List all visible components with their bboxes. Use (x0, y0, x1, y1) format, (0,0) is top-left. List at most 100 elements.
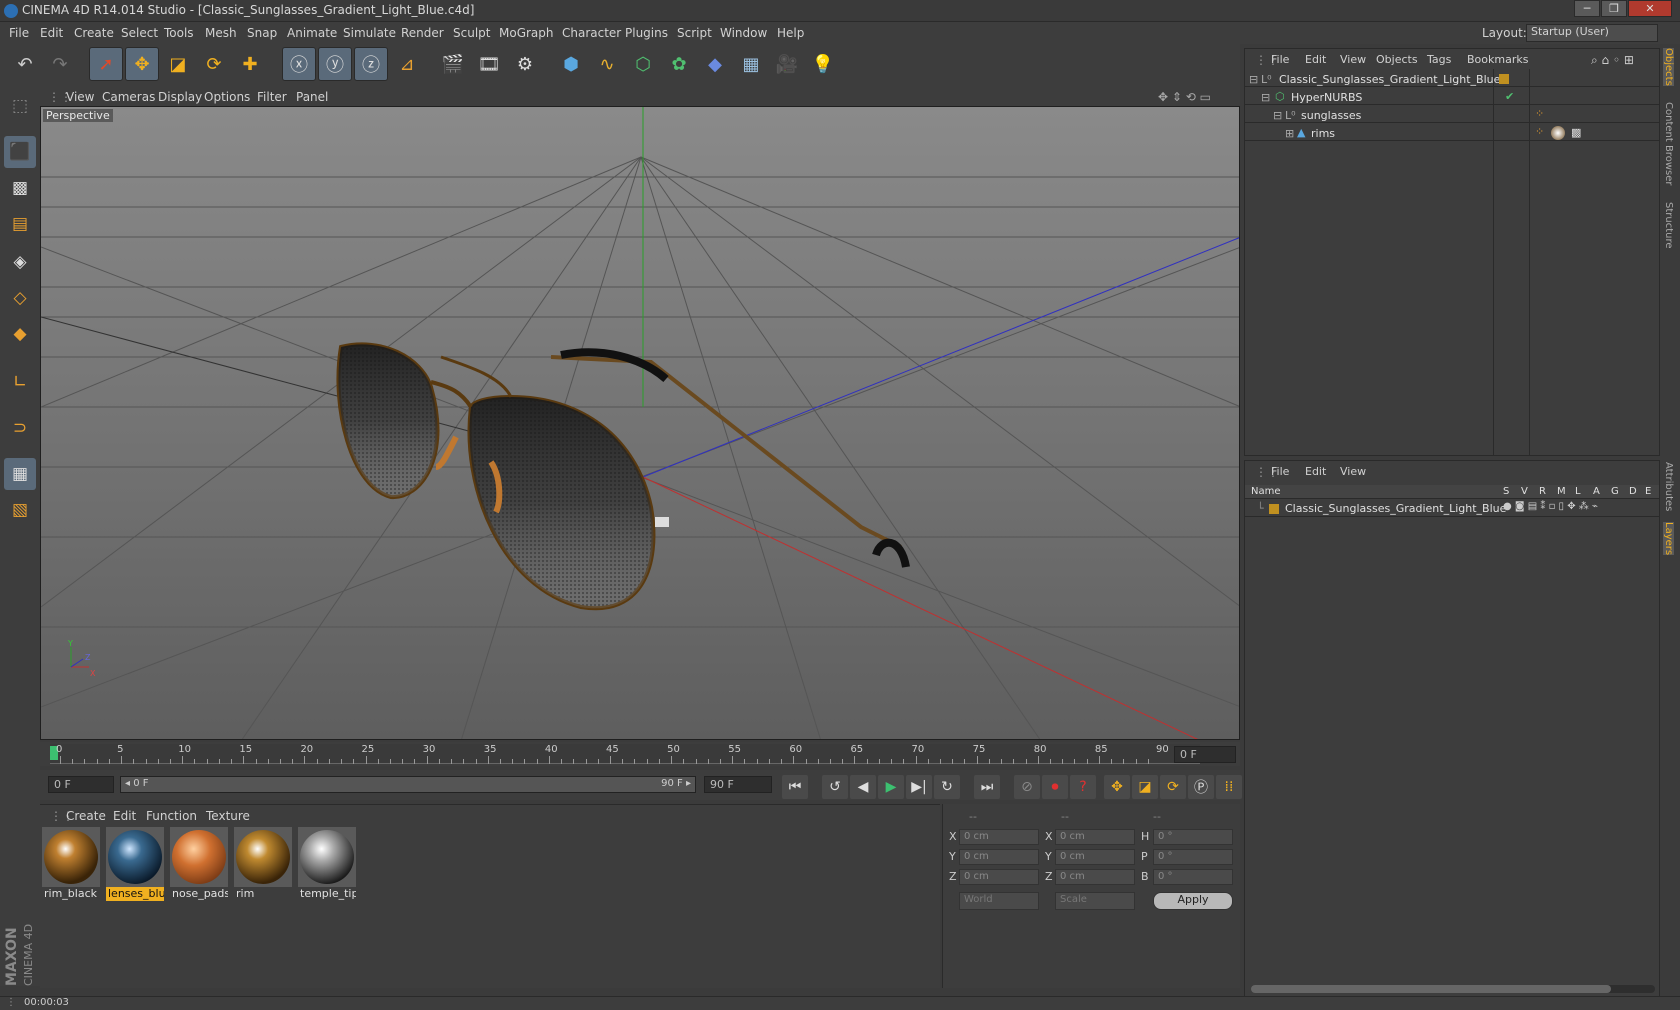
start-frame-field[interactable]: 0 F (48, 776, 114, 793)
apply-button[interactable]: Apply (1153, 892, 1233, 910)
redo-icon[interactable]: ↷ (43, 47, 77, 81)
menu-file[interactable]: File (9, 26, 29, 40)
workplane-lock-icon[interactable]: ▦ (4, 458, 36, 490)
viewport-menu-view[interactable]: View (66, 90, 94, 104)
layer-col-locked[interactable]: L (1575, 486, 1581, 497)
object-name[interactable]: Classic_Sunglasses_Gradient_Light_Blue (1279, 73, 1500, 86)
workplane-mode-icon[interactable]: ▤ (4, 208, 36, 240)
coord-mode-dropdown[interactable]: World (959, 892, 1039, 910)
material-temple-tip[interactable]: temple_tip (298, 827, 356, 901)
light-icon[interactable]: 💡 (806, 47, 840, 81)
viewport-menu-cameras[interactable]: Cameras (102, 90, 155, 104)
move-tool-icon[interactable]: ✥ (125, 47, 159, 81)
render-settings-icon[interactable]: ⚙ (508, 47, 542, 81)
material-tag-icon[interactable]: ⁘ (1535, 107, 1544, 120)
model-mode-icon[interactable]: ⬛ (4, 136, 36, 168)
object-name[interactable]: rims (1311, 127, 1335, 140)
y-axis-lock-icon[interactable]: ⓨ (318, 47, 352, 81)
material-menu-create[interactable]: Create (66, 809, 106, 823)
material-rim[interactable]: rim (234, 827, 292, 901)
step-back-icon[interactable]: ◀ (850, 775, 876, 799)
rot-p-field[interactable]: 0 ° (1153, 849, 1233, 865)
rot-b-field[interactable]: 0 ° (1153, 869, 1233, 885)
floor-scene-icon[interactable]: ▦ (734, 47, 768, 81)
make-editable-icon[interactable]: ⬚ (4, 90, 36, 122)
key-rotation-icon[interactable]: ⟳ (1160, 775, 1186, 799)
material-rim-black[interactable]: rim_black (42, 827, 100, 901)
menu-sculpt[interactable]: Sculpt (453, 26, 490, 40)
object-name[interactable]: HyperNURBS (1291, 91, 1362, 104)
spline-icon[interactable]: ∿ (590, 47, 624, 81)
object-menu-edit[interactable]: Edit (1305, 53, 1326, 66)
menu-plugins[interactable]: Plugins (625, 26, 668, 40)
menu-character[interactable]: Character (562, 26, 621, 40)
pos-z-field[interactable]: 0 cm (959, 869, 1039, 885)
key-point-level-icon[interactable]: ⁞⁞ (1216, 775, 1242, 799)
array-icon[interactable]: ✿ (662, 47, 696, 81)
rotate-tool-icon[interactable]: ⟳ (197, 47, 231, 81)
object-search-icon[interactable]: ⌕ ⌂ ◦ ⊞ (1591, 53, 1634, 68)
layer-name[interactable]: Classic_Sunglasses_Gradient_Light_Blue (1285, 502, 1506, 515)
deformer-icon[interactable]: ◆ (698, 47, 732, 81)
key-scale-icon[interactable]: ◪ (1132, 775, 1158, 799)
menu-create[interactable]: Create (74, 26, 114, 40)
menu-render[interactable]: Render (401, 26, 444, 40)
layer-col-animation[interactable]: A (1593, 486, 1600, 497)
menu-script[interactable]: Script (677, 26, 712, 40)
edges-mode-icon[interactable]: ◇ (4, 282, 36, 314)
pos-x-field[interactable]: 0 cm (959, 829, 1039, 845)
expand-icon[interactable]: ⊟ (1261, 91, 1270, 104)
autokey-icon[interactable]: ⏺ (1042, 775, 1068, 799)
tab-content-browser[interactable]: Content Browser (1663, 102, 1674, 185)
menu-tools[interactable]: Tools (164, 26, 194, 40)
axis-mode-icon[interactable]: ∟ (4, 366, 36, 398)
material-menu-function[interactable]: Function (146, 809, 197, 823)
menu-mograph[interactable]: MoGraph (499, 26, 554, 40)
material-lenses-blue[interactable]: lenses_blue (106, 827, 164, 901)
go-to-end-icon[interactable]: ⏭ (974, 775, 1000, 799)
points-mode-icon[interactable]: ◈ (4, 246, 36, 278)
layer-col-solo[interactable]: S (1503, 486, 1509, 497)
layer-scrollbar[interactable] (1251, 985, 1655, 993)
viewport-menu-options[interactable]: Options (204, 90, 250, 104)
material-menu-edit[interactable]: Edit (113, 809, 136, 823)
close-button[interactable]: ✕ (1628, 0, 1672, 17)
record-icon[interactable]: ⊘ (1014, 775, 1040, 799)
object-menu-bookmarks[interactable]: Bookmarks (1467, 53, 1528, 66)
material-tag-rim-icon[interactable] (1551, 126, 1565, 140)
menu-snap[interactable]: Snap (247, 26, 277, 40)
frame-range-slider[interactable]: ◂ 0 F 90 F ▸ (120, 776, 696, 793)
layer-menu-edit[interactable]: Edit (1305, 465, 1326, 478)
rot-h-field[interactable]: 0 ° (1153, 829, 1233, 845)
current-frame-field[interactable]: 0 F (1174, 746, 1236, 763)
enabled-check-icon[interactable]: ✔ (1505, 90, 1514, 103)
nurbs-icon[interactable]: ⬡ (626, 47, 660, 81)
object-row[interactable]: ⊞ ▲ rims ⁘ ▩ (1245, 125, 1659, 141)
next-keyframe-icon[interactable]: ↻ (934, 775, 960, 799)
last-tool-icon[interactable]: ✚ (233, 47, 267, 81)
menu-help[interactable]: Help (777, 26, 804, 40)
size-x-field[interactable]: 0 cm (1055, 829, 1135, 845)
end-frame-field[interactable]: 90 F (704, 776, 772, 793)
layer-color-swatch[interactable] (1269, 504, 1279, 514)
viewport-menu-filter[interactable]: Filter (257, 90, 287, 104)
layer-col-render[interactable]: R (1539, 486, 1546, 497)
tab-objects[interactable]: Objects (1663, 48, 1674, 86)
layer-col-generators[interactable]: G (1611, 486, 1619, 497)
play-icon[interactable]: ▶ (878, 775, 904, 799)
key-parameter-icon[interactable]: Ⓟ (1188, 775, 1214, 799)
undo-icon[interactable]: ↶ (8, 47, 42, 81)
previous-keyframe-icon[interactable]: ↺ (822, 775, 848, 799)
camera-icon[interactable]: 🎥 (770, 47, 804, 81)
object-menu-view[interactable]: View (1340, 53, 1366, 66)
minimize-button[interactable]: ─ (1574, 0, 1600, 17)
scale-tool-icon[interactable]: ◪ (161, 47, 195, 81)
z-axis-lock-icon[interactable]: ⓩ (354, 47, 388, 81)
menu-animate[interactable]: Animate (287, 26, 337, 40)
viewport-menu-panel[interactable]: Panel (296, 90, 328, 104)
coord-type-dropdown[interactable]: Scale (1055, 892, 1135, 910)
cube-object-icon[interactable]: ⬢ (554, 47, 588, 81)
object-row[interactable]: ⊟ L⁰ sunglasses ⁘ (1245, 107, 1659, 123)
render-to-picture-viewer-icon[interactable]: 🎞 (472, 47, 506, 81)
object-menu-file[interactable]: File (1271, 53, 1289, 66)
